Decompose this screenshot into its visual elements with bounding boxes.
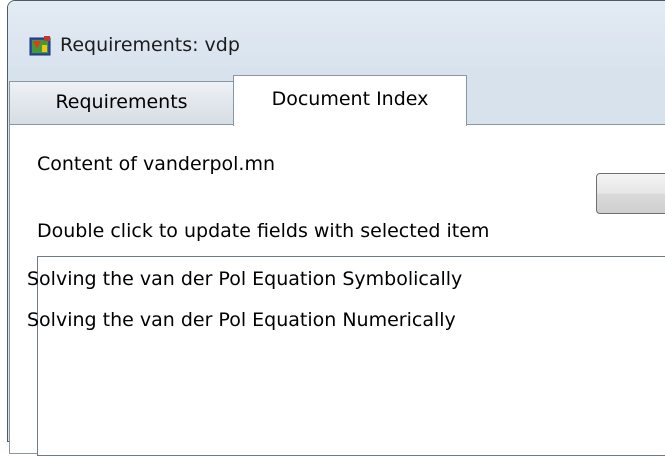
window-title: Requirements: vdp: [60, 34, 240, 56]
list-item[interactable]: Solving the van der Pol Equation Numeric…: [27, 309, 456, 331]
tab-document-index[interactable]: Document Index: [233, 75, 467, 126]
list-item[interactable]: Solving the van der Pol Equation Symboli…: [27, 268, 462, 290]
instruction-label: Double click to update fields with selec…: [37, 220, 490, 242]
content-label: Content of vanderpol.mn: [37, 153, 276, 175]
simulink-requirements-icon: [29, 35, 51, 57]
tab-requirements[interactable]: Requirements: [9, 81, 234, 124]
panel-action-button[interactable]: [596, 173, 665, 214]
